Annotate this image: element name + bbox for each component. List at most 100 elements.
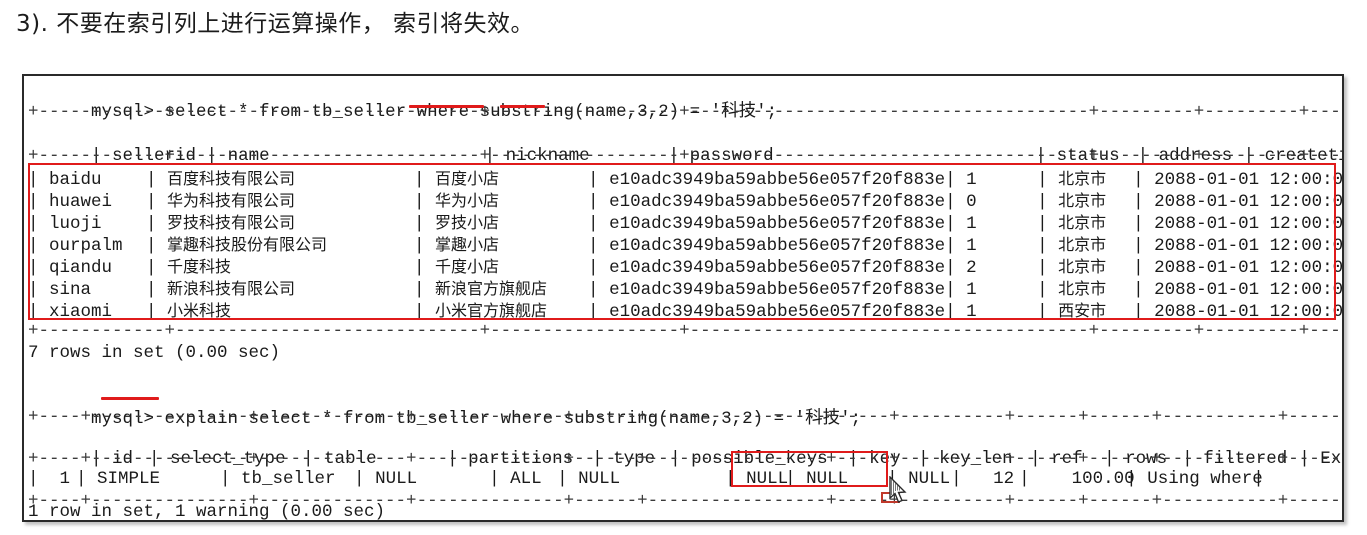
table-cell: 1: [49, 469, 71, 489]
table-cell: tb_seller: [241, 469, 336, 489]
table-cell: NULL: [746, 469, 789, 489]
col-sep: |: [489, 469, 511, 489]
table-cell: 掌趣小店: [435, 235, 500, 254]
col-sep: |: [1037, 236, 1059, 256]
underline-substring-icon: [409, 105, 484, 108]
col-sep: |: [945, 192, 967, 212]
table-cell: 1: [966, 280, 977, 300]
col-sep: |: [28, 302, 50, 322]
table-cell: 百度科技有限公司: [167, 169, 296, 188]
table-cell: 2088-01-01 12:00:00: [1154, 170, 1344, 190]
table-cell: 1: [966, 170, 977, 190]
table-cell: NULL: [908, 469, 951, 489]
table-cell: 新浪官方旗舰店: [435, 279, 548, 298]
table-cell: 掌趣科技股份有限公司: [167, 235, 328, 254]
table-row: | luoji | 罗技科技有限公司 | 罗技小店 | e10adc3949ba59a…: [28, 212, 1344, 234]
col-sep: |: [945, 302, 967, 322]
table-cell: luoji: [49, 214, 102, 234]
col-sep: |: [146, 214, 168, 234]
result-rule-mid: +------------+--------------------------…: [28, 146, 1342, 166]
table-cell: 小米官方旗舰店: [435, 301, 548, 320]
table-cell: 罗技小店: [435, 213, 500, 232]
table-cell: 罗技科技有限公司: [167, 213, 296, 232]
col-sep: |: [28, 214, 50, 234]
table-cell: huawei: [49, 192, 113, 212]
table-cell: e10adc3949ba59abbe56e057f20f883e: [609, 214, 946, 234]
col-sep: |: [28, 469, 50, 489]
page-title: 3). 不要在索引列上进行运算操作， 索引将失效。: [16, 11, 535, 37]
col-sep: |: [220, 469, 242, 489]
explain-table-header: | id | select_type | table | partitions | ty…: [28, 426, 1342, 469]
table-cell: sina: [49, 280, 92, 300]
col-sep: |: [1037, 170, 1059, 190]
col-sep: |: [414, 214, 436, 234]
col-sep: |: [1133, 258, 1155, 278]
result-status-line-1: 7 rows in set (0.00 sec): [28, 343, 281, 363]
table-cell: 北京市: [1058, 257, 1107, 276]
col-sep: |: [414, 170, 436, 190]
table-cell: 2088-01-01 12:00:00: [1154, 214, 1344, 234]
table-cell: 1: [966, 236, 977, 256]
col-sep: |: [588, 280, 610, 300]
underline-explain-icon: [101, 397, 159, 400]
table-cell: 千度科技: [167, 257, 232, 276]
table-cell: 100.00: [1040, 469, 1135, 489]
table-cell: NULL: [578, 469, 621, 489]
col-sep: |: [146, 236, 168, 256]
result-rule-top: +------------+--------------------------…: [28, 102, 1342, 122]
table-cell: 2088-01-01 12:00:00: [1154, 280, 1344, 300]
table-cell: NULL: [375, 469, 418, 489]
result-table-header: | sellerid | name | nickname | password | s…: [28, 123, 1342, 166]
col-sep: |: [1133, 302, 1155, 322]
mouse-pointer-icon: [889, 476, 907, 503]
col-sep: |: [1133, 280, 1155, 300]
col-sep: |: [28, 192, 50, 212]
col-sep: |: [1037, 280, 1059, 300]
col-sep: |: [28, 258, 50, 278]
col-sep: |: [354, 469, 376, 489]
col-sep: |: [588, 236, 610, 256]
col-sep: |: [1253, 469, 1264, 489]
col-sep: |: [1019, 469, 1041, 489]
table-cell: 北京市: [1058, 235, 1107, 254]
col-sep: |: [146, 280, 168, 300]
col-sep: |: [725, 469, 747, 489]
table-row: | qiandu | 千度科技 | 千度小店 | e10adc3949ba59abbe…: [28, 256, 1344, 278]
table-row: | huawei | 华为科技有限公司 | 华为小店 | e10adc3949ba59…: [28, 190, 1342, 212]
table-cell: 2088-01-01 12:00:00: [1154, 236, 1344, 256]
table-cell: Using where: [1147, 469, 1263, 489]
col-sep: |: [951, 469, 973, 489]
explain-rule-mid: +----+---------------+--------------+---…: [28, 449, 1344, 469]
table-cell: 千度小店: [435, 257, 500, 276]
col-sep: |: [414, 302, 436, 322]
table-cell: NULL: [806, 469, 849, 489]
explain-rule-top: +----+---------------+--------------+---…: [28, 407, 1344, 427]
col-sep: |: [588, 170, 610, 190]
table-cell: 北京市: [1058, 191, 1107, 210]
col-sep: |: [1133, 214, 1155, 234]
result-rows: | baidu | 百度科技有限公司 | 百度小店 | e10adc3949ba59a…: [28, 168, 1344, 322]
col-sep: |: [146, 192, 168, 212]
col-sep: |: [1133, 236, 1155, 256]
col-sep: |: [557, 469, 579, 489]
table-cell: 百度小店: [435, 169, 500, 188]
table-cell: 华为小店: [435, 191, 500, 210]
col-sep: |: [945, 236, 967, 256]
col-sep: |: [146, 258, 168, 278]
col-sep: |: [28, 280, 50, 300]
col-sep: |: [76, 469, 98, 489]
table-cell: 西安市: [1058, 301, 1107, 320]
table-cell: 华为科技有限公司: [167, 191, 296, 210]
col-sep: |: [146, 302, 168, 322]
table-row: | ourpalm | 掌趣科技股份有限公司 | 掌趣小店 | e10adc3949b…: [28, 234, 1344, 256]
col-sep: |: [945, 170, 967, 190]
table-cell: 北京市: [1058, 213, 1107, 232]
col-sep: |: [1126, 469, 1148, 489]
table-cell: baidu: [49, 170, 102, 190]
col-sep: |: [588, 258, 610, 278]
sql-query-line-1: mysql> select * from tb_seller where sub…: [28, 79, 777, 122]
table-cell: 2088-01-01 12:00:00: [1154, 258, 1344, 278]
col-sep: |: [1133, 170, 1155, 190]
col-sep: |: [785, 469, 807, 489]
table-cell: qiandu: [49, 258, 113, 278]
